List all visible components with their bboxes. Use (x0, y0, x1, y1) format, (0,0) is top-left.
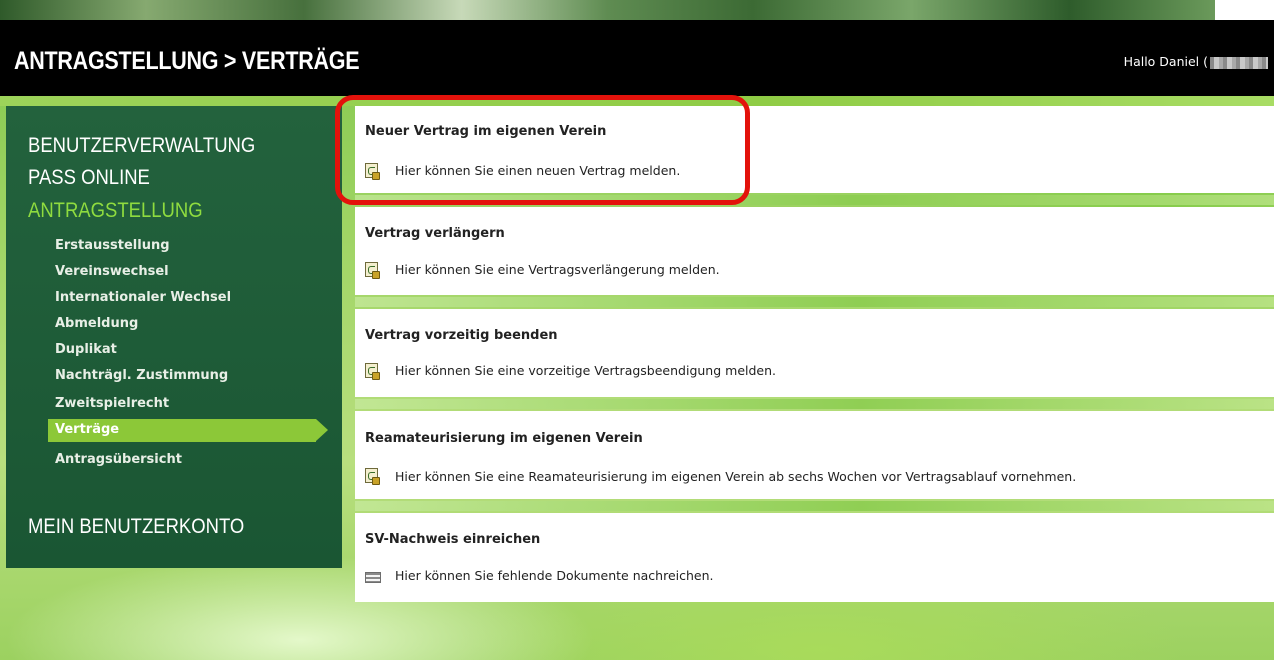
list-document-icon (365, 572, 381, 583)
panel-link-text[interactable]: Hier können Sie eine Vertragsverlängerun… (395, 262, 720, 277)
sidebar-subitem-vertraege-label: Verträge (55, 422, 120, 437)
panel-vertrag-vorzeitig-beenden: Vertrag vorzeitig beenden Hier können Si… (355, 309, 1274, 397)
panel-link-text[interactable]: Hier können Sie eine Reamateurisierung i… (395, 469, 1076, 484)
sidebar-subitem-abmeldung[interactable]: Abmeldung (55, 316, 138, 331)
panel-link-text[interactable]: Hier können Sie fehlende Dokumente nachr… (395, 568, 714, 583)
sidebar-item-pass-online[interactable]: PASS ONLINE (28, 166, 150, 190)
sidebar-subitem-nachtraegl-zustimmung[interactable]: Nachträgl. Zustimmung (55, 368, 228, 383)
panel-sv-nachweis: SV-Nachweis einreichen Hier können Sie f… (355, 513, 1274, 602)
sidebar-item-mein-benutzerkonto[interactable]: MEIN BENUTZERKONTO (28, 515, 244, 539)
sidebar-subitem-duplikat[interactable]: Duplikat (55, 342, 117, 357)
header-banner-image (0, 0, 1215, 20)
panel-divider (355, 297, 1274, 307)
page-header: ANTRAGSTELLUNG > VERTRÄGE Hallo Daniel ( (0, 20, 1274, 96)
panel-divider (355, 399, 1274, 409)
greeting-text: Hallo Daniel ( (1123, 54, 1208, 69)
header-banner-edge (1215, 0, 1274, 20)
document-contract-icon (365, 363, 380, 380)
panel-title[interactable]: Reamateurisierung im eigenen Verein (365, 431, 643, 446)
sidebar-item-antragstellung[interactable]: ANTRAGSTELLUNG (28, 199, 203, 223)
panel-divider (355, 501, 1274, 511)
panel-title[interactable]: SV-Nachweis einreichen (365, 532, 540, 547)
sidebar-subitem-vereinswechsel[interactable]: Vereinswechsel (55, 264, 169, 279)
document-contract-icon (365, 468, 380, 485)
panel-vertrag-verlaengern: Vertrag verlängern Hier können Sie eine … (355, 207, 1274, 295)
panel-link-text[interactable]: Hier können Sie eine vorzeitige Vertrags… (395, 363, 776, 378)
highlight-annotation (335, 95, 750, 205)
user-greeting: Hallo Daniel ( (1124, 54, 1268, 69)
document-contract-icon (365, 262, 380, 279)
sidebar-item-benutzerverwaltung[interactable]: BENUTZERVERWALTUNG (28, 134, 255, 158)
sidebar-subitem-vertraege-active[interactable]: Verträge (48, 419, 328, 442)
redacted-username (1210, 56, 1268, 69)
sidebar-subitem-zweitspielrecht[interactable]: Zweitspielrecht (55, 396, 169, 411)
sidebar-subitem-erstausstellung[interactable]: Erstausstellung (55, 238, 170, 253)
panel-reamateurisierung: Reamateurisierung im eigenen Verein Hier… (355, 411, 1274, 499)
panel-title[interactable]: Vertrag verlängern (365, 226, 505, 241)
page-title: ANTRAGSTELLUNG > VERTRÄGE (14, 47, 360, 75)
sidebar-subitem-antragsuebersicht[interactable]: Antragsübersicht (55, 452, 182, 467)
sidebar-subitem-internationaler-wechsel[interactable]: Internationaler Wechsel (55, 290, 231, 305)
panel-title[interactable]: Vertrag vorzeitig beenden (365, 328, 558, 343)
